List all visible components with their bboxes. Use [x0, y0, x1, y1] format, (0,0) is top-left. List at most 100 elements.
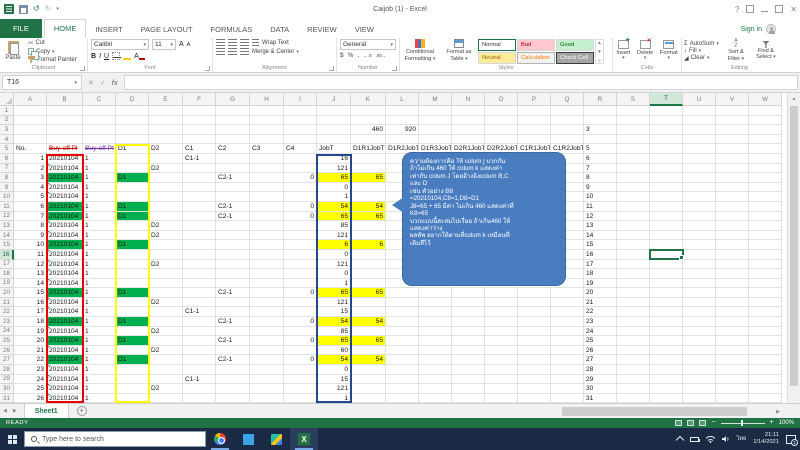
cell[interactable]	[551, 297, 584, 308]
cell[interactable]	[83, 106, 116, 116]
cell[interactable]	[216, 307, 250, 318]
cell[interactable]: 1	[83, 211, 116, 222]
cell[interactable]: D1	[116, 144, 149, 154]
cell[interactable]	[650, 163, 683, 174]
cell[interactable]: 1	[83, 182, 116, 193]
cell[interactable]	[485, 365, 518, 375]
cell[interactable]	[650, 230, 683, 241]
cell[interactable]	[650, 326, 683, 337]
cell[interactable]	[216, 182, 250, 193]
cell[interactable]: D2	[149, 163, 183, 174]
cell[interactable]	[683, 115, 716, 126]
cell[interactable]	[683, 307, 716, 318]
cancel-icon[interactable]: ✕	[88, 79, 94, 87]
cell[interactable]	[149, 240, 183, 250]
column-header-R[interactable]: R	[584, 93, 617, 106]
cell[interactable]: D1	[116, 336, 149, 346]
cell[interactable]	[650, 249, 683, 260]
cell[interactable]: D1R1JobT	[351, 144, 386, 154]
cell[interactable]	[452, 384, 485, 394]
row-header-8[interactable]: 8	[0, 173, 14, 183]
column-header-T[interactable]: T	[650, 93, 683, 106]
style-check-cell[interactable]: Check Cell	[556, 52, 594, 64]
column-header-C[interactable]: C	[83, 93, 116, 106]
cell[interactable]	[284, 345, 317, 356]
cell[interactable]	[183, 345, 216, 356]
cell[interactable]	[485, 134, 518, 145]
gallery-more-icon[interactable]: ≡	[598, 58, 601, 63]
cell[interactable]: 1	[83, 297, 116, 308]
cell[interactable]	[386, 297, 419, 308]
cell[interactable]: 920	[386, 125, 419, 135]
cell[interactable]	[650, 355, 683, 366]
cell[interactable]: 10	[14, 240, 47, 250]
cell[interactable]	[617, 307, 650, 318]
cell[interactable]	[485, 393, 518, 403]
cell[interactable]: C2-1	[216, 211, 250, 222]
cell[interactable]	[749, 125, 782, 135]
cell[interactable]: 1	[83, 173, 116, 183]
cell[interactable]	[284, 326, 317, 337]
cell[interactable]	[650, 192, 683, 202]
cell[interactable]	[250, 326, 284, 337]
cell[interactable]	[250, 249, 284, 260]
cell[interactable]	[351, 269, 386, 279]
cell[interactable]: D1	[116, 201, 149, 212]
cell[interactable]	[386, 326, 419, 337]
cell[interactable]: 15	[584, 240, 617, 250]
cell[interactable]	[716, 259, 749, 270]
cell[interactable]	[351, 345, 386, 356]
cell[interactable]	[284, 182, 317, 193]
cell[interactable]	[551, 355, 584, 366]
tab-page-layout[interactable]: PAGE LAYOUT	[132, 21, 202, 38]
cell[interactable]	[749, 144, 782, 154]
cell[interactable]	[250, 345, 284, 356]
cell[interactable]: 20210104	[47, 393, 83, 403]
cell[interactable]	[749, 355, 782, 366]
cell[interactable]	[149, 153, 183, 164]
cell[interactable]	[452, 288, 485, 298]
cell[interactable]: C1-1	[183, 153, 216, 164]
restore-icon[interactable]	[775, 5, 784, 13]
taskbar-search-input[interactable]: Type here to search	[24, 431, 206, 447]
cell[interactable]	[683, 249, 716, 260]
cell[interactable]	[749, 221, 782, 231]
cell[interactable]	[452, 355, 485, 366]
cell[interactable]	[216, 125, 250, 135]
clipboard-dialog-launcher[interactable]	[80, 66, 85, 71]
scroll-up-icon[interactable]: ▲	[788, 93, 800, 104]
column-header-M[interactable]: M	[419, 93, 452, 106]
cell[interactable]	[749, 211, 782, 222]
cell[interactable]	[716, 211, 749, 222]
zoom-level[interactable]: 100%	[779, 420, 794, 426]
cell[interactable]	[650, 240, 683, 250]
cell[interactable]: 121	[317, 384, 351, 394]
cell[interactable]: 28	[584, 365, 617, 375]
cell[interactable]	[617, 153, 650, 164]
cell[interactable]	[183, 182, 216, 193]
cell[interactable]	[149, 182, 183, 193]
copy-button[interactable]: Copy ▾	[28, 48, 77, 60]
sheet-nav-right-icon[interactable]: ▶	[10, 408, 20, 414]
cell[interactable]: 8	[584, 173, 617, 183]
cell[interactable]	[683, 326, 716, 337]
cell[interactable]: C2-1	[216, 317, 250, 327]
column-header-F[interactable]: F	[183, 93, 216, 106]
cell[interactable]: 65	[351, 336, 386, 346]
vscode-taskbar-icon[interactable]	[234, 428, 262, 450]
name-box[interactable]: T16 ▾	[2, 75, 82, 90]
cell[interactable]	[716, 134, 749, 145]
cell[interactable]	[386, 336, 419, 346]
cell[interactable]	[183, 355, 216, 366]
zoom-out-icon[interactable]: −	[711, 419, 715, 426]
cell[interactable]	[518, 125, 551, 135]
cell[interactable]	[617, 211, 650, 222]
cell[interactable]: 17	[14, 307, 47, 318]
cell[interactable]	[650, 134, 683, 145]
wifi-icon[interactable]	[705, 435, 715, 443]
cell[interactable]	[518, 288, 551, 298]
cell[interactable]	[116, 259, 149, 270]
cell[interactable]	[47, 115, 83, 126]
speaker-icon[interactable]	[721, 435, 730, 443]
cell[interactable]	[617, 288, 650, 298]
